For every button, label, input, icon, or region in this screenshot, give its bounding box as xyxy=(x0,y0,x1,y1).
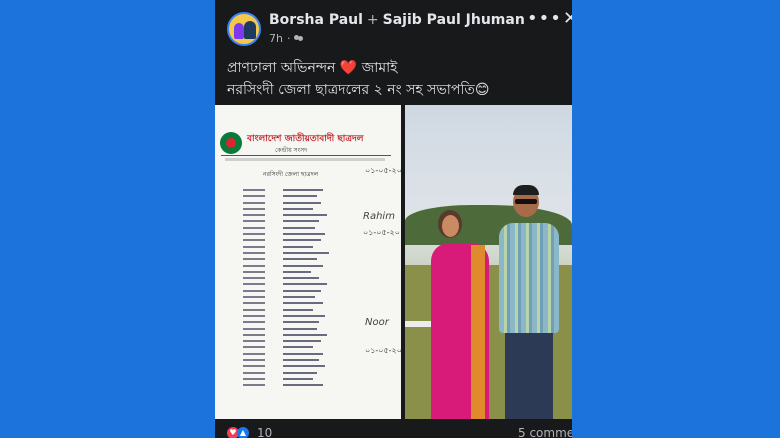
reaction-count[interactable]: 10 xyxy=(257,426,272,438)
document-heading: নরসিংদী জেলা ছাত্রদল xyxy=(263,171,319,178)
signature-2: Noor xyxy=(365,317,389,328)
man-jeans xyxy=(505,331,553,419)
connector-plus: + xyxy=(366,12,379,28)
man-shirt xyxy=(499,223,559,333)
avatar[interactable] xyxy=(227,12,261,46)
signature-2-date: ০১-০৫-২০ xyxy=(365,346,401,355)
like-reaction-icon[interactable]: ▲ xyxy=(237,427,249,438)
friends-icon xyxy=(294,35,304,43)
tagged-name[interactable]: Sajib Paul Jhuman xyxy=(383,12,525,28)
post-time[interactable]: 7h xyxy=(269,32,283,45)
post-footer: ♥ ▲ 10 5 commen xyxy=(215,422,572,438)
comment-count[interactable]: 5 commen xyxy=(518,426,572,438)
organization-logo-icon xyxy=(220,132,242,154)
close-icon[interactable]: ✕ xyxy=(563,8,572,29)
caption-line1-b: জামাই xyxy=(361,60,398,76)
saree-border xyxy=(471,245,485,419)
document-address-line xyxy=(225,158,385,161)
post-header-names: Borsha Paul + Sajib Paul Jhuman xyxy=(269,12,525,28)
man-hair xyxy=(513,185,539,195)
background-right xyxy=(572,0,780,438)
woman-face xyxy=(442,215,459,237)
document-org-title: বাংলাদেশ জাতীয়তাবাদী ছাত্রদল xyxy=(247,134,364,144)
more-options-icon[interactable]: ••• xyxy=(527,8,562,29)
author-name[interactable]: Borsha Paul xyxy=(269,12,363,28)
document-list xyxy=(243,187,343,389)
signature-1-date: ০১-০৫-২০ xyxy=(363,228,400,237)
signature-1: Rahim xyxy=(363,211,395,222)
document-divider xyxy=(221,155,391,156)
heart-emoji-icon: ❤️ xyxy=(339,60,358,76)
document-date: ০১-০৫-২০ xyxy=(365,166,401,175)
facebook-post: Borsha Paul + Sajib Paul Jhuman 7h · ••• ✕ … xyxy=(215,0,572,438)
caption-line2: নরসিংদী জেলা ছাত্রদলের ২ নং সহ সভাপতি😊 xyxy=(227,82,490,98)
background-left xyxy=(0,0,215,438)
sunglasses xyxy=(515,199,537,204)
document-list-row xyxy=(243,382,343,388)
post-meta: 7h · xyxy=(269,32,304,45)
couple-photo[interactable] xyxy=(405,105,572,419)
caption-line1-a: প্রাণঢালা অভিনন্দন xyxy=(227,60,336,76)
post-caption: প্রাণঢালা অভিনন্দন ❤️ জামাই নরসিংদী জেলা… xyxy=(227,57,489,101)
document-photo[interactable]: বাংলাদেশ জাতীয়তাবাদী ছাত্রদল কেন্দ্রীয়… xyxy=(215,105,401,419)
